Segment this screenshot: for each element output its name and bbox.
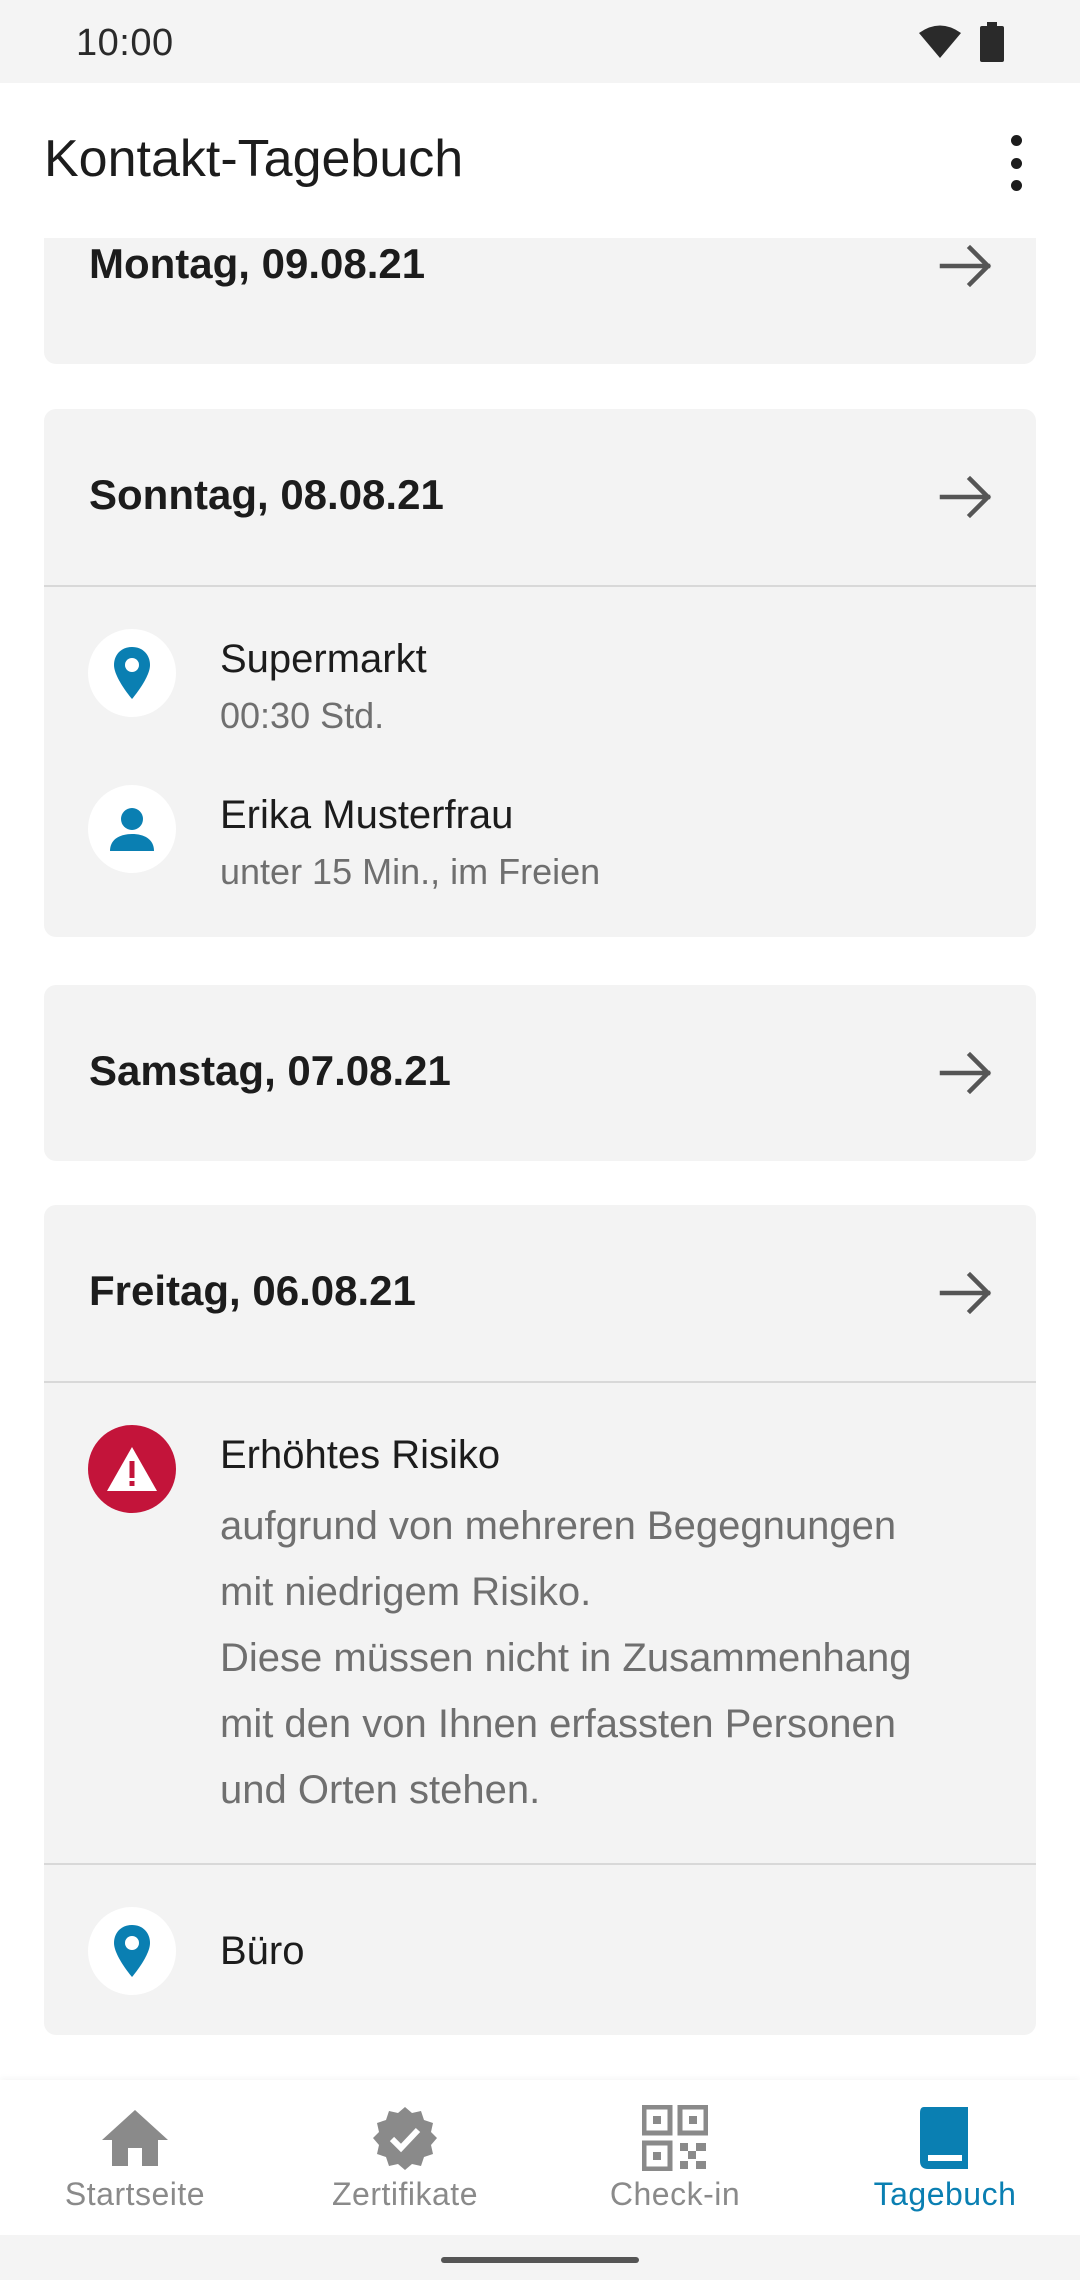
nav-check-in[interactable]: Check-in bbox=[540, 2080, 810, 2235]
gesture-bar bbox=[0, 2235, 1080, 2280]
wifi-icon bbox=[918, 24, 962, 65]
nav-label: Check-in bbox=[609, 2176, 741, 2212]
arrow-right-icon[interactable] bbox=[938, 238, 994, 294]
location-pin-icon bbox=[88, 1907, 176, 1995]
day-card-monday[interactable]: Montag, 09.08.21 bbox=[44, 238, 1036, 364]
list-item-person[interactable]: Erika Musterfrau unter 15 Min., im Freie… bbox=[44, 743, 1036, 933]
entry-detail: unter 15 Min., im Freien bbox=[220, 851, 601, 892]
diary-list[interactable]: Montag, 09.08.21 Sonntag, 08.08.21 Super… bbox=[0, 238, 1080, 2080]
risk-info: Erhöhtes Risiko aufgrund von mehreren Be… bbox=[44, 1383, 1036, 1863]
day-date: Montag, 09.08.21 bbox=[89, 240, 426, 287]
day-card-header[interactable]: Freitag, 06.08.21 bbox=[44, 1205, 1036, 1381]
day-card-friday[interactable]: Freitag, 06.08.21 Erhöhtes Risiko aufgru… bbox=[44, 1205, 1036, 2035]
list-item-location[interactable]: Supermarkt 00:30 Std. bbox=[44, 587, 1036, 743]
person-icon bbox=[88, 785, 176, 873]
nav-label: Tagebuch bbox=[873, 2176, 1017, 2212]
entry-name: Erika Musterfrau bbox=[220, 793, 514, 837]
nav-label: Startseite bbox=[64, 2176, 206, 2212]
battery-icon bbox=[980, 22, 1004, 67]
home-icon bbox=[99, 2102, 171, 2174]
risk-line: aufgrund von mehreren Begegnungen bbox=[220, 1504, 897, 1548]
gesture-handle[interactable] bbox=[441, 2257, 639, 2263]
nav-label: Zertifikate bbox=[332, 2176, 478, 2212]
nav-startseite[interactable]: Startseite bbox=[0, 2080, 270, 2235]
book-icon bbox=[909, 2102, 981, 2174]
arrow-right-icon[interactable] bbox=[938, 1045, 994, 1101]
day-date: Sonntag, 08.08.21 bbox=[89, 471, 444, 518]
day-card-saturday[interactable]: Samstag, 07.08.21 bbox=[44, 985, 1036, 1161]
more-vert-icon[interactable] bbox=[996, 135, 1036, 191]
app-bar: Kontakt-Tagebuch bbox=[0, 83, 1080, 238]
status-time: 10:00 bbox=[76, 22, 174, 64]
arrow-right-icon[interactable] bbox=[938, 1265, 994, 1321]
risk-description: aufgrund von mehreren Begegnungen mit ni… bbox=[220, 1493, 1010, 1823]
day-date: Freitag, 06.08.21 bbox=[89, 1267, 416, 1314]
location-pin-icon bbox=[88, 629, 176, 717]
list-item-location[interactable]: Büro bbox=[44, 1865, 1036, 2035]
risk-line: mit den von Ihnen erfassten Personen bbox=[220, 1702, 896, 1746]
day-card-header[interactable]: Montag, 09.08.21 bbox=[44, 238, 1036, 354]
arrow-right-icon[interactable] bbox=[938, 469, 994, 525]
certificate-icon bbox=[369, 2102, 441, 2174]
entry-detail: 00:30 Std. bbox=[220, 695, 385, 736]
entry-name: Büro bbox=[220, 1929, 305, 1973]
nav-tagebuch[interactable]: Tagebuch bbox=[810, 2080, 1080, 2235]
risk-title: Erhöhtes Risiko bbox=[220, 1433, 501, 1477]
day-card-header[interactable]: Samstag, 07.08.21 bbox=[44, 985, 1036, 1161]
nav-zertifikate[interactable]: Zertifikate bbox=[270, 2080, 540, 2235]
page-title: Kontakt-Tagebuch bbox=[44, 130, 464, 188]
status-icons bbox=[918, 22, 1004, 67]
bottom-navigation: Startseite Zertifikate Check-in Tagebuch bbox=[0, 2080, 1080, 2235]
warning-icon bbox=[88, 1425, 176, 1513]
day-card-header[interactable]: Sonntag, 08.08.21 bbox=[44, 409, 1036, 585]
risk-line: und Orten stehen. bbox=[220, 1768, 541, 1812]
entry-name: Supermarkt bbox=[220, 637, 427, 681]
status-bar: 10:00 bbox=[0, 0, 1080, 83]
day-date: Samstag, 07.08.21 bbox=[89, 1047, 451, 1094]
qr-code-icon bbox=[639, 2102, 711, 2174]
risk-line: mit niedrigem Risiko. bbox=[220, 1570, 592, 1614]
day-card-sunday[interactable]: Sonntag, 08.08.21 Supermarkt 00:30 Std. … bbox=[44, 409, 1036, 937]
risk-line: Diese müssen nicht in Zusammenhang bbox=[220, 1636, 912, 1680]
